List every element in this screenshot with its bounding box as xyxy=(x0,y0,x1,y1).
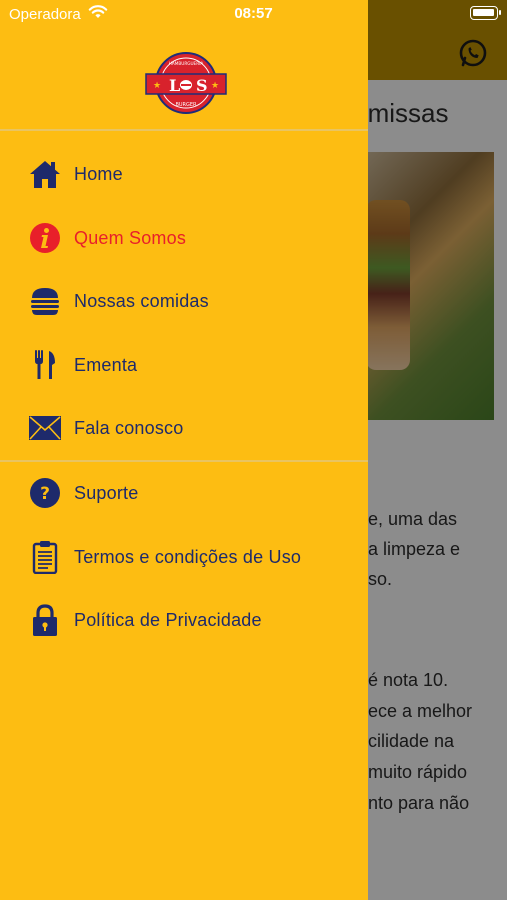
envelope-icon xyxy=(28,411,62,445)
logo-bottom-text: BURGER xyxy=(175,102,197,108)
menu-item-ementa[interactable]: Ementa xyxy=(0,338,368,392)
svg-text:S: S xyxy=(196,76,208,95)
menu-label: Política de Privacidade xyxy=(74,609,262,630)
menu-label: Ementa xyxy=(74,354,138,375)
battery-icon xyxy=(470,6,501,20)
menu-label: Termos e condições de Uso xyxy=(74,546,302,567)
menu-item-quem-somos[interactable]: Quem Somos xyxy=(0,211,368,265)
menu-item-suporte[interactable]: ? Suporte xyxy=(0,466,368,520)
info-icon xyxy=(28,221,62,255)
clock: 08:57 xyxy=(234,5,273,22)
svg-text:★: ★ xyxy=(211,81,219,91)
burger-icon xyxy=(28,284,62,318)
drawer-divider xyxy=(0,460,368,462)
menu-item-termos[interactable]: Termos e condições de Uso xyxy=(0,530,368,584)
menu-label: Quem Somos xyxy=(74,227,187,248)
clipboard-icon xyxy=(28,540,62,574)
menu-item-nossas-comidas[interactable]: Nossas comidas xyxy=(0,274,368,328)
menu-label: Home xyxy=(74,163,123,184)
drawer-divider xyxy=(0,129,368,131)
status-bar: Operadora 08:57 xyxy=(0,0,507,30)
navigation-drawer: ★ ★ L S HAMBURGUERIA BURGER Home Quem So… xyxy=(0,0,368,900)
svg-text:?: ? xyxy=(40,484,50,504)
help-icon: ? xyxy=(28,476,62,510)
home-icon xyxy=(28,157,62,191)
logo-letters: L xyxy=(169,76,180,95)
menu-label: Fala conosco xyxy=(74,417,184,438)
logo-top-text: HAMBURGUERIA xyxy=(169,61,204,66)
svg-text:★: ★ xyxy=(153,81,161,91)
lock-icon xyxy=(28,603,62,637)
menu-item-privacidade[interactable]: Política de Privacidade xyxy=(0,593,368,647)
menu-item-fala-conosco[interactable]: Fala conosco xyxy=(0,401,368,455)
menu-label: Suporte xyxy=(74,482,139,503)
cutlery-icon xyxy=(28,348,62,382)
menu-label: Nossas comidas xyxy=(74,290,209,311)
menu-item-home[interactable]: Home xyxy=(0,147,368,201)
brand-logo: ★ ★ L S HAMBURGUERIA BURGER xyxy=(145,52,227,114)
